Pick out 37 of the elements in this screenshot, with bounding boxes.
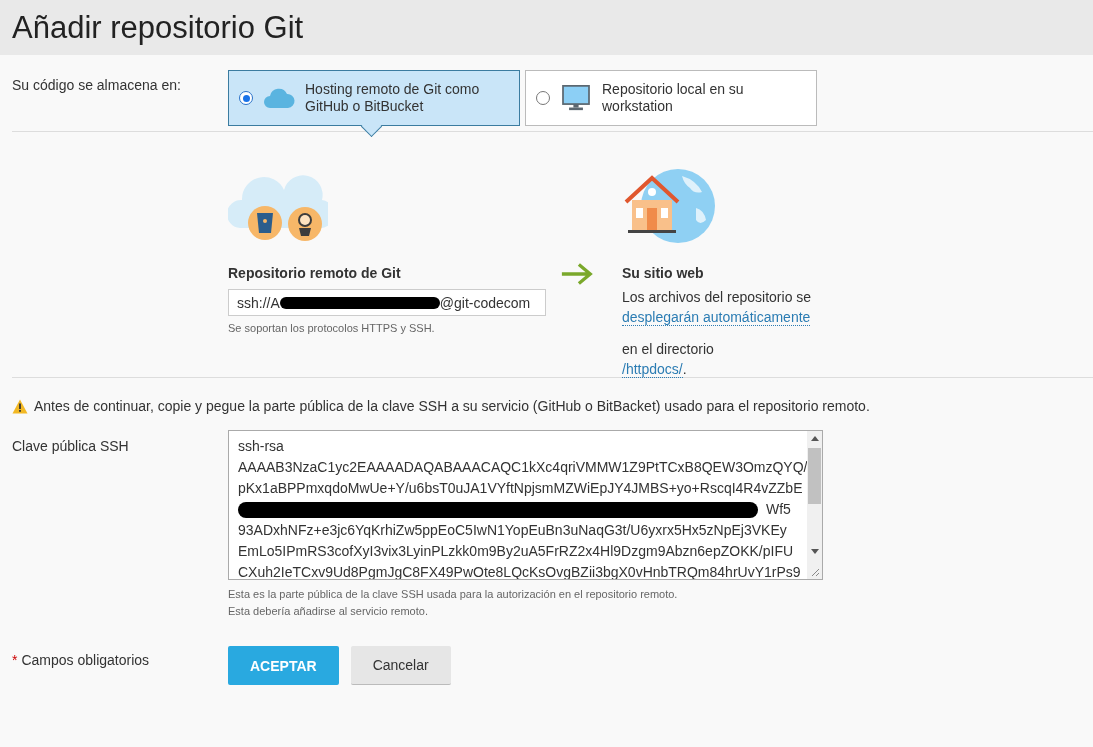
key-text: ssh-rsa [238,438,284,454]
field-hint: Esta es la parte pública de la clave SSH usada para la autorización en el repositorio remoto. Esta debería añadirse al servicio remoto. [228,587,679,619]
scroll-up-icon[interactable] [811,436,819,441]
warning-icon [12,398,28,414]
option-label: Hosting remoto de Git como GitHub o BitBucket [305,81,481,115]
key-text: pKx1aBPPmxqdoMwUe+Y/u6bsT0uJA1VYftNpjsmMZWiEpJY4JMBS+yo+RscqI4R4vZZbE [238,480,803,496]
resize-grip-icon[interactable] [810,567,820,577]
radio-button[interactable] [239,91,253,105]
deploy-link[interactable]: desplegarán automáticamente [622,309,811,326]
required-mark: * [12,652,18,668]
arrow-right-icon [560,262,594,286]
key-text: CXuh2IeTCxv9Ud8PgmJgC8FX49PwOte8LQcKsOvgBZii3bgX0vHnbTRQm84hrUvY1rPs9 [238,564,801,579]
key-text: 93ADxhNFz+e3jc6YqKrhiZw5ppEoC5IwN1YopEuBn3uNaqG3t/U6yxrx5Hx5zNpEj3VKEy [238,522,787,538]
ssh-key-field[interactable] [228,430,823,580]
repository-url-field[interactable]: ssh://A @git-codecom [228,289,546,316]
field-label: Su código se almacena en: [12,76,182,95]
field-label: Clave pública SSH [12,437,130,456]
section-heading: Repositorio remoto de Git [228,265,402,281]
storage-option[interactable]: Repositorio local en su workstation [525,70,817,126]
monitor-icon [560,85,592,111]
key-text: EmLo5IPmRS3cofXyI3vix3LyinPLzkk0m9By2uA5FrRZ2x4Hl9Dzgm9Abzn6epZOKK/pIFU [238,543,794,559]
section-heading: Su sitio web [622,265,705,281]
required-fields-note: Campos obligatorios [21,652,150,668]
page-title: Añadir repositorio Git [12,9,304,46]
scrollbar[interactable] [807,431,822,579]
cancel-button[interactable]: Cancelar [350,646,451,685]
key-text: AAAAB3NzaC1yc2EAAAADAQABAAACAQC1kXc4qriVMMW1Z9PtTCxB8QEW3OmzQYQ/ [238,459,807,475]
option-label: Repositorio local en su workstation [602,81,745,115]
directory-link[interactable]: /httpdocs/ [622,361,683,378]
description-text: en el directorio [622,341,714,357]
radio-button[interactable] [536,91,550,105]
description-text: Los archivos del repositorio se [622,289,812,305]
period-text: . [682,361,687,377]
scroll-down-icon[interactable] [811,549,819,554]
key-text: Wf5 [766,501,791,517]
field-hint: Se soportan los protocolos HTTPS y SSH. [228,322,436,334]
warning-text: Antes de continuar, copie y pegue la parte pública de la clave SSH a su servicio (GitHub o BitBacket) usado para el repositorio remoto. [34,398,870,414]
